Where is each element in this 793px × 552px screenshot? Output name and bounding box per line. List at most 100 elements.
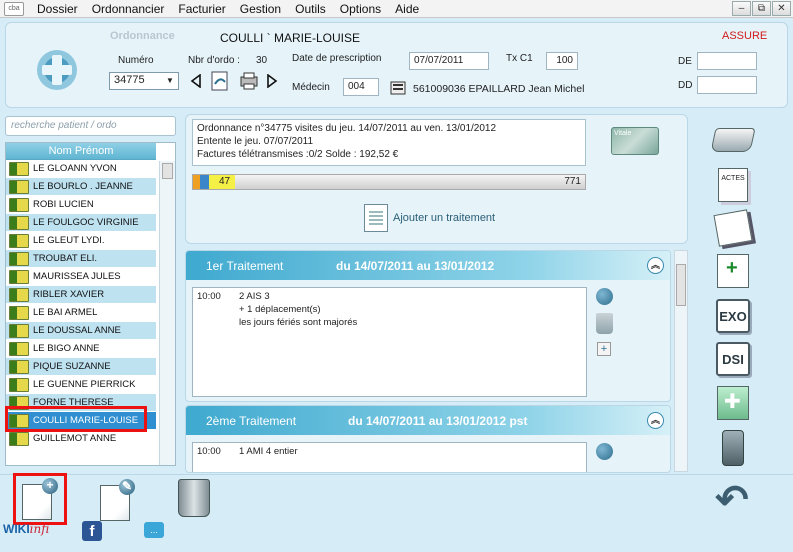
scanner-button[interactable]	[710, 122, 756, 158]
txc1-label: Tx C1	[506, 53, 533, 64]
de-field[interactable]	[697, 52, 757, 70]
menu-gestion[interactable]: Gestion	[233, 0, 288, 18]
patient-row[interactable]: TROUBAT ELI.	[6, 250, 156, 268]
dd-label: DD	[678, 80, 693, 91]
patient-row[interactable]: LE FOULGOC VIRGINIE	[6, 214, 156, 232]
dd-field[interactable]	[697, 76, 757, 94]
pharmacy-button[interactable]	[713, 385, 753, 421]
vitale-card-icon	[9, 431, 29, 446]
menu-outils[interactable]: Outils	[288, 0, 333, 18]
prescription-header: Ordonnance COULLI ` MARIE-LOUISE ASSURE …	[5, 22, 788, 108]
menu-facturier[interactable]: Facturier	[171, 0, 232, 18]
next-icon[interactable]	[266, 74, 278, 88]
app-logo-icon	[37, 50, 77, 90]
patient-row[interactable]: MAURISSEA JULES	[6, 268, 156, 286]
patient-row[interactable]: LE BIGO ANNE	[6, 340, 156, 358]
list-scroll-thumb[interactable]	[162, 163, 173, 179]
treatment-lines: 2 AIS 3 + 1 déplacement(s) les jours fér…	[239, 291, 358, 328]
add-treatment-label: Ajouter un traitement	[393, 212, 496, 224]
phone-button[interactable]	[713, 430, 753, 466]
collapse-icon[interactable]: ︽	[647, 257, 664, 274]
list-header[interactable]: Nom Prénom	[6, 143, 156, 160]
edit-badge-icon[interactable]: ✎	[119, 479, 135, 495]
trash-icon[interactable]	[596, 313, 613, 334]
progress-left-value: 47	[209, 175, 235, 189]
numero-select[interactable]: 34775 ▼	[109, 72, 179, 90]
patient-row[interactable]: LE BOURLO . JEANNE	[6, 178, 156, 196]
vitale-card-icon	[9, 269, 29, 284]
patient-row[interactable]: LE GUENNE PIERRICK	[6, 376, 156, 394]
back-arrow-icon[interactable]: ↶	[708, 480, 756, 520]
treatment-time: 10:00	[197, 446, 221, 457]
edit-icon[interactable]	[596, 443, 613, 460]
medecin-code-field[interactable]: 004	[343, 78, 379, 96]
vitale-card-icon	[9, 179, 29, 194]
menu-ordonnancier[interactable]: Ordonnancier	[85, 0, 172, 18]
date-prescription-label: Date de prescription	[292, 53, 382, 64]
nbr-ordo-value: 30	[256, 55, 268, 66]
add-document-icon	[364, 204, 388, 232]
wiki-infi-link[interactable]: WIKIinfi	[3, 522, 49, 536]
minimize-button[interactable]: –	[732, 1, 751, 16]
exo-button[interactable]: EXO	[713, 298, 753, 334]
previous-icon[interactable]	[190, 74, 202, 88]
treatment-detail-1[interactable]: 10:00 2 AIS 3 + 1 déplacement(s) les jou…	[192, 287, 587, 397]
dsi-icon: DSI	[716, 342, 750, 376]
pharmacy-icon	[717, 386, 749, 420]
doctor-card-icon[interactable]	[390, 81, 406, 95]
menu-bar: cba Dossier Ordonnancier Facturier Gesti…	[0, 0, 793, 18]
vitale-card-icon	[9, 251, 29, 266]
patient-row[interactable]: LE GLEUT LYDI.	[6, 232, 156, 250]
collapse-icon[interactable]: ︽	[647, 412, 664, 429]
search-placeholder: recherche patient / ordo	[11, 120, 117, 131]
ordonnance-summary: Ordonnance n°34775 visites du jeu. 14/07…	[192, 119, 586, 166]
patient-row[interactable]: LE BAI ARMEL	[6, 304, 156, 322]
print-icon[interactable]	[239, 71, 259, 91]
vitale-card-icon	[9, 323, 29, 338]
vitale-card-icon	[9, 233, 29, 248]
refresh-doc-icon[interactable]	[209, 70, 231, 92]
main-scroll-thumb[interactable]	[676, 264, 686, 306]
patient-row[interactable]: LE GLOANN YVON	[6, 160, 156, 178]
ordonnance-ghost-label: Ordonnance	[110, 30, 175, 42]
txc1-field[interactable]: 100	[546, 52, 578, 70]
actes-button[interactable]: ACTES	[713, 167, 753, 203]
invoice-stack-icon	[713, 209, 753, 247]
patient-row[interactable]: RIBLER XAVIER	[6, 286, 156, 304]
app-icon: cba	[4, 1, 24, 16]
close-button[interactable]: ✕	[772, 1, 791, 16]
date-prescription-field[interactable]: 07/07/2011	[409, 52, 489, 70]
treatment-title: 1er Traitement	[206, 259, 284, 273]
treatment-lines: 1 AMI 4 entier	[239, 446, 298, 457]
actes-icon: ACTES	[718, 168, 748, 202]
patient-row[interactable]: GUILLEMOT ANNE	[6, 430, 156, 448]
search-input[interactable]: recherche patient / ordo	[5, 116, 176, 136]
vitale-card-icon[interactable]: Vitale	[611, 127, 659, 155]
window-controls: – ⧉ ✕	[732, 1, 791, 16]
treatment-time: 10:00	[197, 291, 221, 302]
progress-right-value: 771	[564, 176, 581, 187]
edit-icon[interactable]	[596, 288, 613, 305]
add-icon[interactable]: +	[597, 342, 611, 356]
patient-row[interactable]: PIQUE SUZANNE	[6, 358, 156, 376]
patient-row[interactable]: LE DOUSSAL ANNE	[6, 322, 156, 340]
menu-options[interactable]: Options	[333, 0, 388, 18]
menu-dossier[interactable]: Dossier	[30, 0, 85, 18]
invoices-button[interactable]	[713, 209, 753, 247]
assure-label: ASSURE	[722, 30, 768, 42]
dsi-button[interactable]: DSI	[713, 341, 753, 377]
treatment-detail-2[interactable]: 10:00 1 AMI 4 entier	[192, 442, 587, 472]
delete-trash-icon[interactable]	[178, 479, 210, 517]
scanner-icon	[710, 128, 756, 152]
restore-button[interactable]: ⧉	[752, 1, 771, 16]
main-scrollbar[interactable]	[674, 250, 688, 472]
facebook-icon[interactable]: f	[82, 521, 102, 541]
patient-row[interactable]: ROBI LUCIEN	[6, 196, 156, 214]
add-treatment-button[interactable]: Ajouter un traitement	[364, 204, 495, 232]
vitale-card-icon	[9, 305, 29, 320]
list-scrollbar[interactable]	[159, 161, 175, 465]
menu-aide[interactable]: Aide	[388, 0, 426, 18]
medecin-name: 561009036 EPAILLARD Jean Michel	[413, 83, 585, 95]
mail-button[interactable]	[713, 253, 753, 289]
chat-icon[interactable]: ...	[144, 522, 164, 538]
